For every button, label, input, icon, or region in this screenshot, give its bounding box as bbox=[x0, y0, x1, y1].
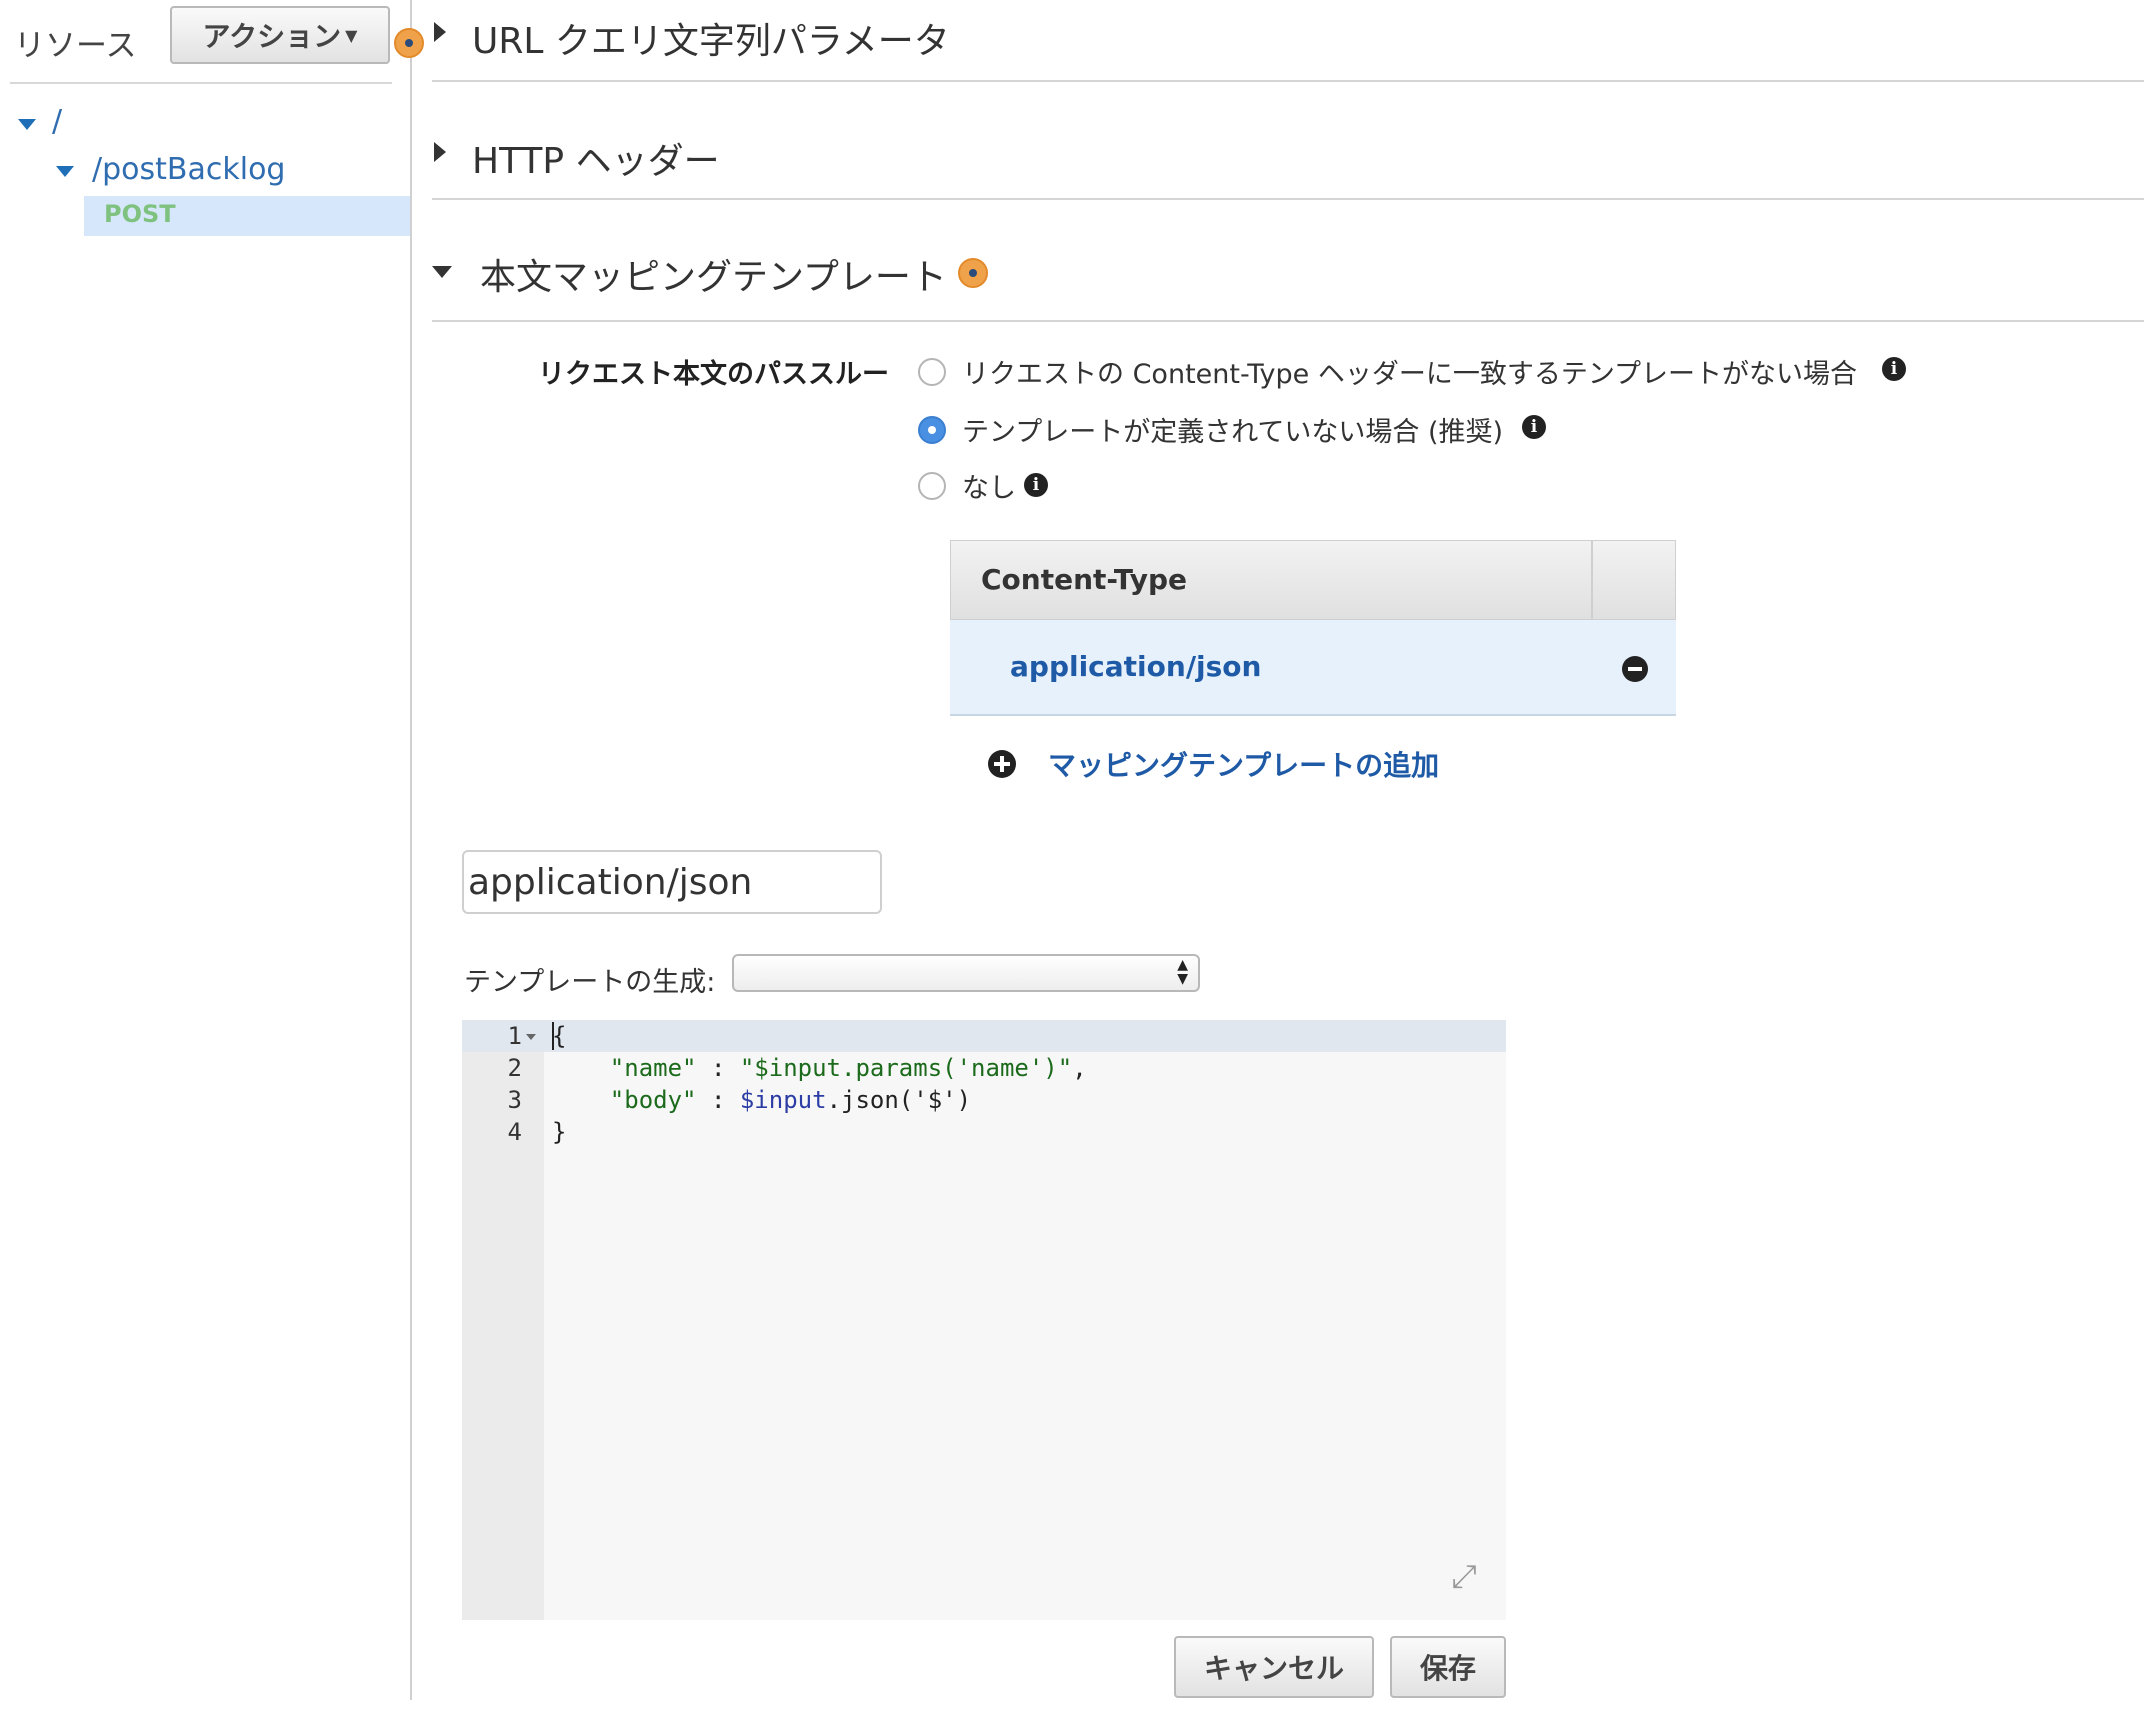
line-number: 3 bbox=[507, 1086, 522, 1114]
resources-sidebar: リソース アクション ▼ / /postBacklog POST bbox=[0, 0, 412, 1712]
tree-item-post-method[interactable]: POST bbox=[84, 196, 410, 236]
collapse-body-mapping-icon[interactable] bbox=[432, 266, 452, 278]
passthrough-radio-never[interactable] bbox=[918, 472, 946, 500]
section-url-query-params[interactable]: URL クエリ文字列パラメータ bbox=[472, 12, 950, 64]
fold-arrow-icon[interactable] bbox=[526, 1034, 536, 1040]
passthrough-option-label[interactable]: リクエストの Content-Type ヘッダーに一致するテンプレートがない場合 bbox=[962, 352, 1857, 391]
section-divider bbox=[432, 320, 2144, 322]
editor-active-line bbox=[462, 1020, 1506, 1052]
code-line: } bbox=[552, 1118, 567, 1146]
passthrough-option-label[interactable]: テンプレートが定義されていない場合 (推奨) bbox=[962, 410, 1503, 449]
cancel-button[interactable]: キャンセル bbox=[1174, 1636, 1374, 1698]
mapping-template-editor[interactable]: 1 2 3 4 { "name" : "$input.params('name'… bbox=[462, 1020, 1506, 1620]
add-mapping-template-link[interactable]: マッピングテンプレートの追加 bbox=[1048, 744, 1439, 784]
method-label: POST bbox=[104, 200, 176, 228]
help-circle-icon[interactable] bbox=[958, 258, 988, 288]
tree-item-postbacklog[interactable]: /postBacklog bbox=[92, 152, 285, 187]
table-row[interactable]: application/json bbox=[950, 620, 1676, 716]
plus-circle-icon[interactable] bbox=[988, 750, 1016, 778]
column-separator bbox=[1591, 541, 1593, 621]
minus-circle-icon[interactable] bbox=[1622, 656, 1648, 682]
code-line: "name" : "$input.params('name')", bbox=[609, 1054, 1087, 1082]
resources-title: リソース bbox=[14, 28, 137, 64]
section-divider bbox=[432, 80, 2144, 82]
line-number: 1 bbox=[507, 1022, 522, 1050]
content-type-input[interactable] bbox=[462, 850, 882, 914]
content-type-table: Content-Type application/json bbox=[950, 540, 1676, 716]
info-icon[interactable]: i bbox=[1522, 415, 1546, 439]
help-circle-icon[interactable] bbox=[394, 28, 424, 58]
save-button[interactable]: 保存 bbox=[1390, 1636, 1506, 1698]
info-icon[interactable]: i bbox=[1024, 473, 1048, 497]
generate-template-label: テンプレートの生成: bbox=[464, 967, 716, 998]
code-line: { bbox=[552, 1022, 567, 1050]
tree-expand-resource-icon[interactable] bbox=[56, 166, 74, 177]
section-http-headers[interactable]: HTTP ヘッダー bbox=[472, 132, 720, 184]
section-divider bbox=[432, 198, 2144, 200]
section-body-mapping-templates[interactable]: 本文マッピングテンプレート bbox=[480, 248, 947, 300]
expand-url-query-icon[interactable] bbox=[434, 22, 446, 42]
tree-item-root[interactable]: / bbox=[52, 104, 62, 139]
select-arrows-icon: ▲ ▼ bbox=[1177, 957, 1188, 987]
sidebar-divider-line bbox=[10, 82, 392, 84]
passthrough-option-label[interactable]: なし bbox=[962, 466, 1016, 505]
actions-button-label: アクション bbox=[202, 20, 342, 53]
actions-button[interactable]: アクション ▼ bbox=[170, 6, 390, 64]
line-number: 2 bbox=[507, 1054, 522, 1082]
content-type-link[interactable]: application/json bbox=[1010, 650, 1261, 683]
passthrough-radio-when-no-match[interactable] bbox=[918, 358, 946, 386]
line-number: 4 bbox=[507, 1118, 522, 1146]
chevron-down-icon: ▼ bbox=[345, 25, 358, 45]
tree-expand-root-icon[interactable] bbox=[18, 119, 36, 130]
table-header: Content-Type bbox=[950, 540, 1676, 621]
sidebar-vertical-divider[interactable] bbox=[410, 0, 412, 1700]
expand-http-headers-icon[interactable] bbox=[434, 142, 446, 162]
info-icon[interactable]: i bbox=[1882, 357, 1906, 381]
passthrough-radio-when-no-templates[interactable] bbox=[918, 416, 946, 444]
expand-icon[interactable]: ⤢ bbox=[1446, 1558, 1482, 1594]
generate-template-select[interactable]: ▲ ▼ bbox=[732, 954, 1200, 992]
passthrough-label: リクエスト本文のパススルー bbox=[538, 359, 889, 390]
column-header-content-type: Content-Type bbox=[981, 563, 1187, 596]
code-line: "body" : $input.json('$') bbox=[609, 1086, 972, 1114]
